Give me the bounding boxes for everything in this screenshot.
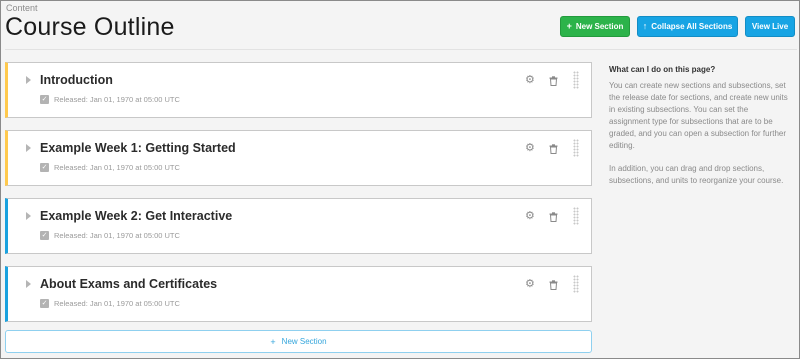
expand-caret-icon[interactable] [26,212,31,220]
new-section-button[interactable]: + New Section [560,16,630,37]
app-window: Content Course Outline + New Section ↑ C… [0,0,800,359]
section-title[interactable]: About Exams and Certificates [40,277,217,291]
help-paragraph: In addition, you can drag and drop secti… [609,164,784,185]
help-paragraph: You can create new sections and subsecti… [609,81,788,150]
help-title: What can I do on this page? [609,65,716,74]
page-subtitle: Content [6,3,38,13]
expand-caret-icon[interactable] [26,280,31,288]
expand-caret-icon[interactable] [26,76,31,84]
gear-icon[interactable]: ⚙ [525,141,535,154]
page-title: Course Outline [5,13,175,41]
section-title[interactable]: Introduction [40,73,113,87]
checkbox-icon: ✓ [40,95,49,104]
section-week-1[interactable]: Example Week 1: Getting Started ✓ Releas… [5,130,592,186]
section-exams[interactable]: About Exams and Certificates ✓ Released:… [5,266,592,322]
trash-icon[interactable] [549,141,558,159]
checkbox-icon: ✓ [40,299,49,308]
gear-icon[interactable]: ⚙ [525,209,535,222]
release-date: Released: Jan 01, 1970 at 05:00 UTC [54,231,180,240]
release-date: Released: Jan 01, 1970 at 05:00 UTC [54,299,180,308]
release-date: Released: Jan 01, 1970 at 05:00 UTC [54,95,180,104]
section-title[interactable]: Example Week 1: Getting Started [40,141,236,155]
release-date: Released: Jan 01, 1970 at 05:00 UTC [54,163,180,172]
add-new-section-button[interactable]: + New Section [5,330,592,353]
view-live-button[interactable]: View Live [745,16,795,37]
view-live-label: View Live [751,22,789,31]
arrow-up-icon: ↑ [642,21,648,31]
section-title[interactable]: Example Week 2: Get Interactive [40,209,232,223]
new-section-label: New Section [575,22,624,31]
trash-icon[interactable] [549,73,558,91]
drag-handle-icon[interactable] [573,71,579,89]
trash-icon[interactable] [549,277,558,295]
help-sidebar: What can I do on this page? You can crea… [609,65,789,198]
gear-icon[interactable]: ⚙ [525,277,535,290]
drag-handle-icon[interactable] [573,275,579,293]
collapse-all-label: Collapse All Sections [651,22,733,31]
gear-icon[interactable]: ⚙ [525,73,535,86]
section-week-2[interactable]: Example Week 2: Get Interactive ✓ Releas… [5,198,592,254]
header-divider [5,49,797,50]
new-section-label: New Section [281,337,327,346]
expand-caret-icon[interactable] [26,144,31,152]
checkbox-icon: ✓ [40,231,49,240]
drag-handle-icon[interactable] [573,139,579,157]
trash-icon[interactable] [549,209,558,227]
drag-handle-icon[interactable] [573,207,579,225]
plus-icon: + [270,336,276,347]
section-introduction[interactable]: Introduction ✓ Released: Jan 01, 1970 at… [5,62,592,118]
collapse-all-sections-button[interactable]: ↑ Collapse All Sections [637,16,738,37]
checkbox-icon: ✓ [40,163,49,172]
plus-icon: + [566,21,572,31]
